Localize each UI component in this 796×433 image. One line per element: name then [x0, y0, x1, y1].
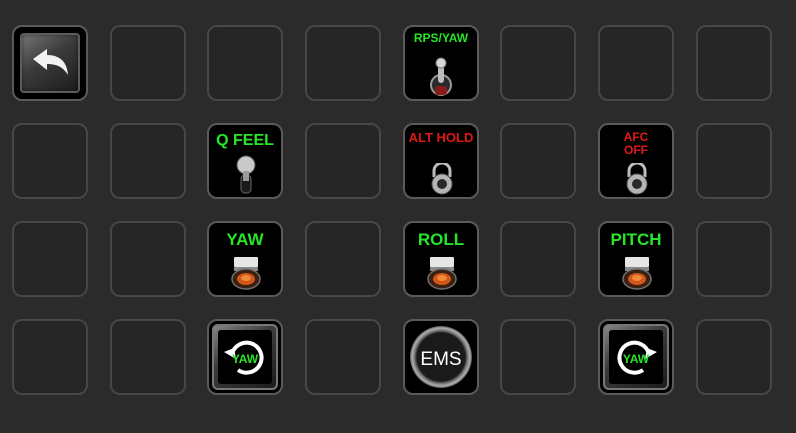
empty-key[interactable]: [500, 319, 576, 395]
empty-key[interactable]: [305, 221, 381, 297]
yaw-right-button-face: YAW: [603, 324, 669, 390]
stream-deck-grid: RPS/YAW Q FEEL ALT HOLD AFC OFF YAW ROLL…: [0, 0, 796, 433]
yaw-label: YAW: [226, 230, 264, 249]
yaw-left-label: YAW: [231, 352, 259, 366]
yaw-key[interactable]: YAW: [207, 221, 283, 297]
empty-key[interactable]: [696, 221, 772, 297]
pitch-key[interactable]: PITCH: [598, 221, 674, 297]
empty-key[interactable]: [696, 319, 772, 395]
afc-off-label-line1: AFC: [623, 130, 649, 144]
rocker-switch-icon: [231, 257, 261, 290]
rps-yaw-key[interactable]: RPS/YAW: [403, 25, 479, 101]
q-feel-label: Q FEEL: [216, 132, 274, 149]
pitch-label: PITCH: [610, 230, 662, 249]
guarded-switch-icon: [626, 163, 648, 195]
empty-key[interactable]: [305, 123, 381, 199]
yaw-left-key[interactable]: YAW: [207, 319, 283, 395]
back-arrow-icon: [33, 49, 68, 75]
yaw-right-label: YAW: [622, 352, 650, 366]
empty-key[interactable]: [12, 123, 88, 199]
toggle-switch-icon: [430, 57, 452, 96]
q-feel-key[interactable]: Q FEEL: [207, 123, 283, 199]
alt-hold-key[interactable]: ALT HOLD: [403, 123, 479, 199]
empty-key[interactable]: [110, 123, 186, 199]
empty-key[interactable]: [110, 221, 186, 297]
rocker-switch-icon: [427, 257, 457, 290]
yaw-right-key[interactable]: YAW: [598, 319, 674, 395]
empty-key[interactable]: [110, 25, 186, 101]
empty-key[interactable]: [12, 319, 88, 395]
empty-key[interactable]: [207, 25, 283, 101]
ems-label: EMS: [420, 349, 462, 370]
empty-key[interactable]: [305, 25, 381, 101]
empty-key[interactable]: [598, 25, 674, 101]
empty-key[interactable]: [696, 25, 772, 101]
roll-label: ROLL: [417, 230, 465, 249]
rps-yaw-label: RPS/YAW: [413, 31, 469, 45]
empty-key[interactable]: [500, 221, 576, 297]
empty-key[interactable]: [110, 319, 186, 395]
ems-key[interactable]: EMS: [403, 319, 479, 395]
empty-key[interactable]: [500, 123, 576, 199]
rocker-switch-icon: [622, 257, 652, 290]
guarded-switch-icon: [431, 163, 453, 195]
empty-key[interactable]: [305, 319, 381, 395]
round-button-icon: EMS: [410, 326, 472, 388]
yaw-left-button-face: YAW: [212, 324, 278, 390]
back-key[interactable]: [12, 25, 88, 101]
afc-off-label-line2: OFF: [624, 143, 648, 157]
afc-off-key[interactable]: AFC OFF: [598, 123, 674, 199]
alt-hold-label: ALT HOLD: [408, 130, 474, 145]
roll-key[interactable]: ROLL: [403, 221, 479, 297]
toggle-switch-icon: [236, 155, 256, 194]
empty-key[interactable]: [12, 221, 88, 297]
back-button-face: [20, 33, 80, 93]
empty-key[interactable]: [500, 25, 576, 101]
empty-key[interactable]: [696, 123, 772, 199]
